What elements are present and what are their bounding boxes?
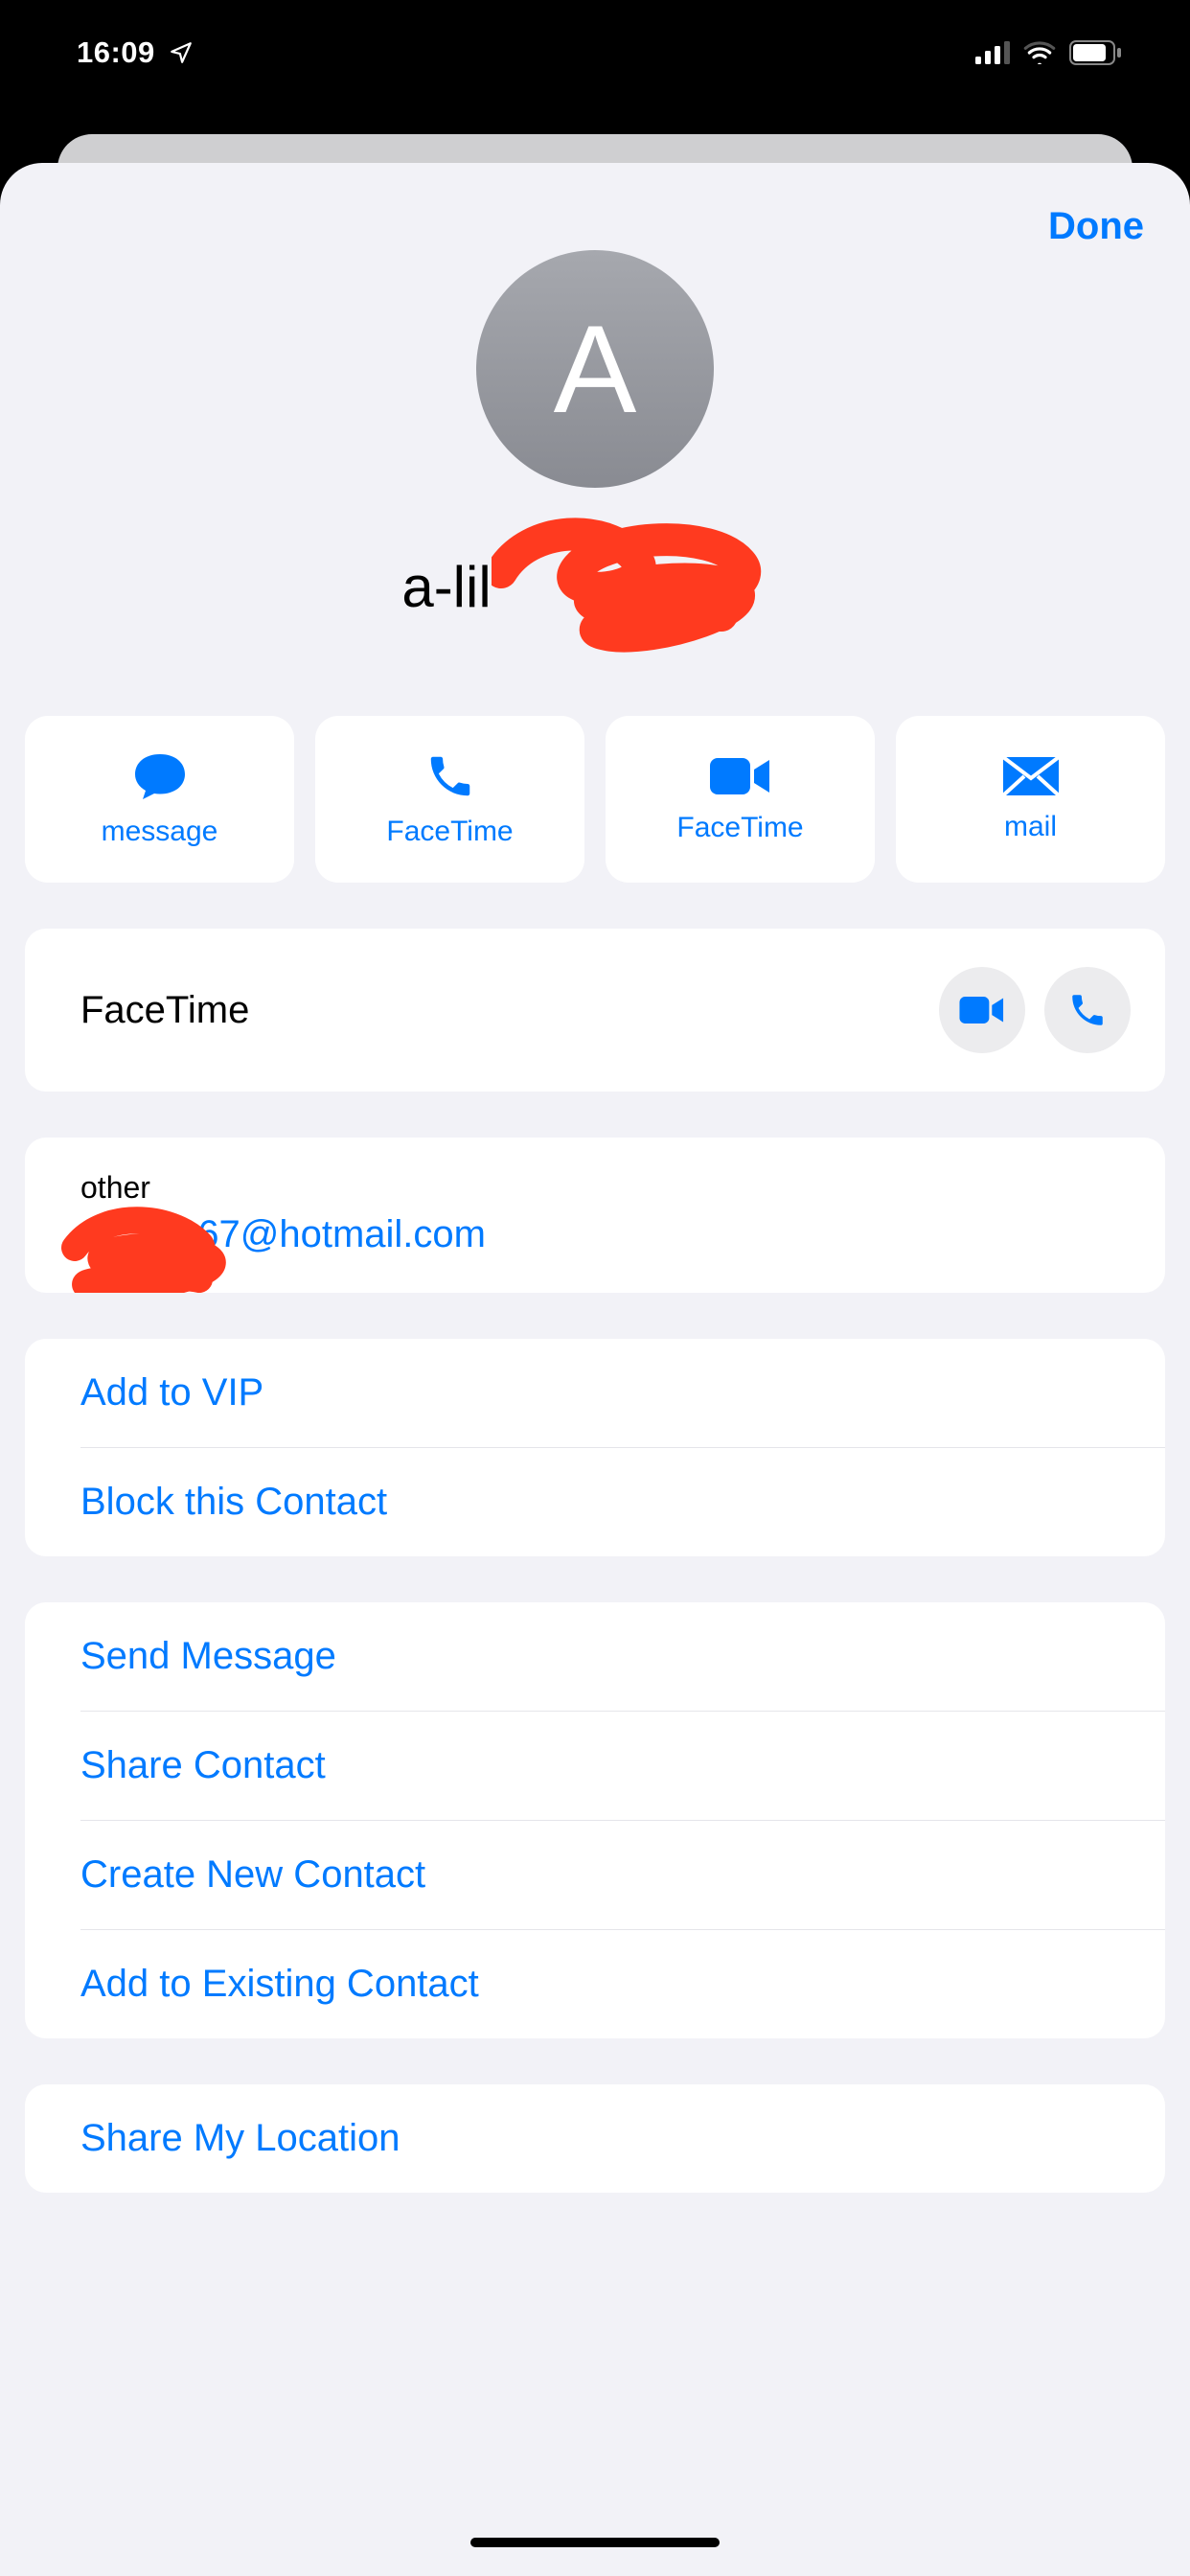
- contact-name: a-lil: [401, 554, 491, 620]
- contact-name-row: a-lil: [401, 515, 788, 658]
- facetime-audio-action[interactable]: FaceTime: [315, 716, 584, 883]
- facetime-audio-button[interactable]: [1044, 967, 1131, 1053]
- create-new-contact-row[interactable]: Create New Contact: [80, 1820, 1165, 1929]
- battery-icon: [1069, 40, 1123, 65]
- share-contact-row[interactable]: Share Contact: [80, 1711, 1165, 1820]
- message-action-label: message: [102, 816, 218, 848]
- contact-sheet: Done A a-lil message: [0, 163, 1190, 2576]
- envelope-icon: [1001, 755, 1061, 797]
- video-camera-icon: [708, 754, 773, 798]
- status-right: [975, 40, 1123, 65]
- contact-avatar[interactable]: A: [476, 250, 714, 488]
- add-to-vip-row[interactable]: Add to VIP: [80, 1339, 1165, 1447]
- status-left: 16:09: [77, 35, 194, 70]
- facetime-row: FaceTime: [25, 929, 1165, 1092]
- message-bubble-icon: [131, 750, 189, 802]
- facetime-video-button[interactable]: [939, 967, 1025, 1053]
- home-indicator[interactable]: [470, 2538, 720, 2547]
- location-arrow-icon: [169, 40, 194, 65]
- video-camera-icon: [958, 994, 1006, 1026]
- facetime-card: FaceTime: [25, 929, 1165, 1092]
- mail-action-label: mail: [1004, 811, 1057, 843]
- status-bar: 16:09: [0, 0, 1190, 144]
- cellular-signal-icon: [975, 41, 1010, 64]
- wifi-icon: [1023, 41, 1056, 64]
- avatar-initial: A: [554, 297, 637, 441]
- share-location-row[interactable]: Share My Location: [80, 2084, 1165, 2193]
- vip-block-card: Add to VIP Block this Contact: [25, 1339, 1165, 1556]
- contact-actions-card: Send Message Share Contact Create New Co…: [25, 1602, 1165, 2038]
- block-contact-row[interactable]: Block this Contact: [80, 1447, 1165, 1556]
- phone-icon: [424, 750, 476, 802]
- quick-actions: message FaceTime FaceTime: [0, 716, 1190, 883]
- share-location-card: Share My Location: [25, 2084, 1165, 2193]
- email-card[interactable]: other xxxxx667@hotmail.com: [25, 1138, 1165, 1293]
- nav-bar: Done: [0, 163, 1190, 248]
- facetime-video-label: FaceTime: [676, 812, 803, 844]
- facetime-audio-label: FaceTime: [386, 816, 513, 848]
- send-message-row[interactable]: Send Message: [80, 1602, 1165, 1711]
- add-existing-contact-row[interactable]: Add to Existing Contact: [80, 1929, 1165, 2038]
- facetime-video-action[interactable]: FaceTime: [606, 716, 875, 883]
- phone-icon: [1067, 990, 1108, 1030]
- mail-action[interactable]: mail: [896, 716, 1165, 883]
- done-button[interactable]: Done: [1048, 205, 1144, 248]
- contact-header: A a-lil: [0, 250, 1190, 658]
- email-row[interactable]: other xxxxx667@hotmail.com: [25, 1138, 1165, 1293]
- clock: 16:09: [77, 35, 155, 70]
- message-action[interactable]: message: [25, 716, 294, 883]
- redaction-scribble-icon: [56, 1205, 238, 1293]
- facetime-row-label: FaceTime: [80, 989, 249, 1032]
- redaction-scribble-icon: [492, 515, 789, 658]
- email-kind-label: other: [80, 1170, 1110, 1206]
- facetime-buttons: [939, 967, 1131, 1053]
